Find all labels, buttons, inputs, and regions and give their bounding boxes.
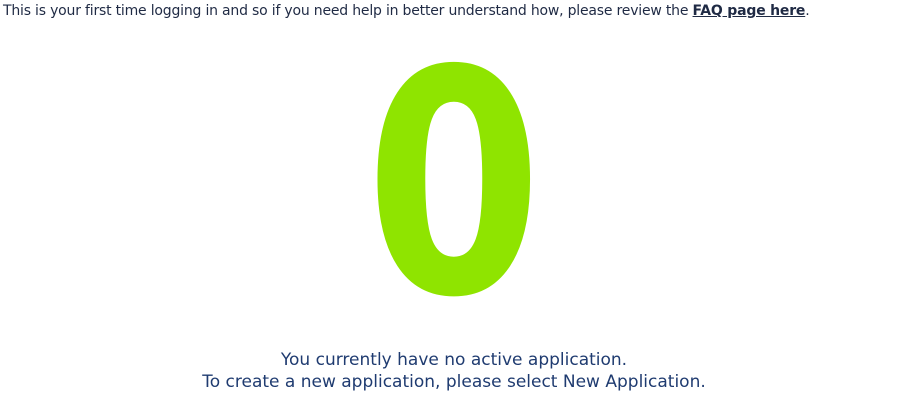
empty-state-line-2: To create a new application, please sele…: [202, 372, 706, 392]
intro-message: This is your first time logging in and s…: [3, 3, 693, 19]
application-count: 0: [365, 5, 543, 366]
intro-suffix: .: [805, 3, 810, 19]
empty-state-line-1: You currently have no active application…: [280, 350, 628, 370]
empty-state-message: You currently have no active application…: [0, 349, 907, 393]
faq-link[interactable]: FAQ page here: [693, 3, 806, 19]
